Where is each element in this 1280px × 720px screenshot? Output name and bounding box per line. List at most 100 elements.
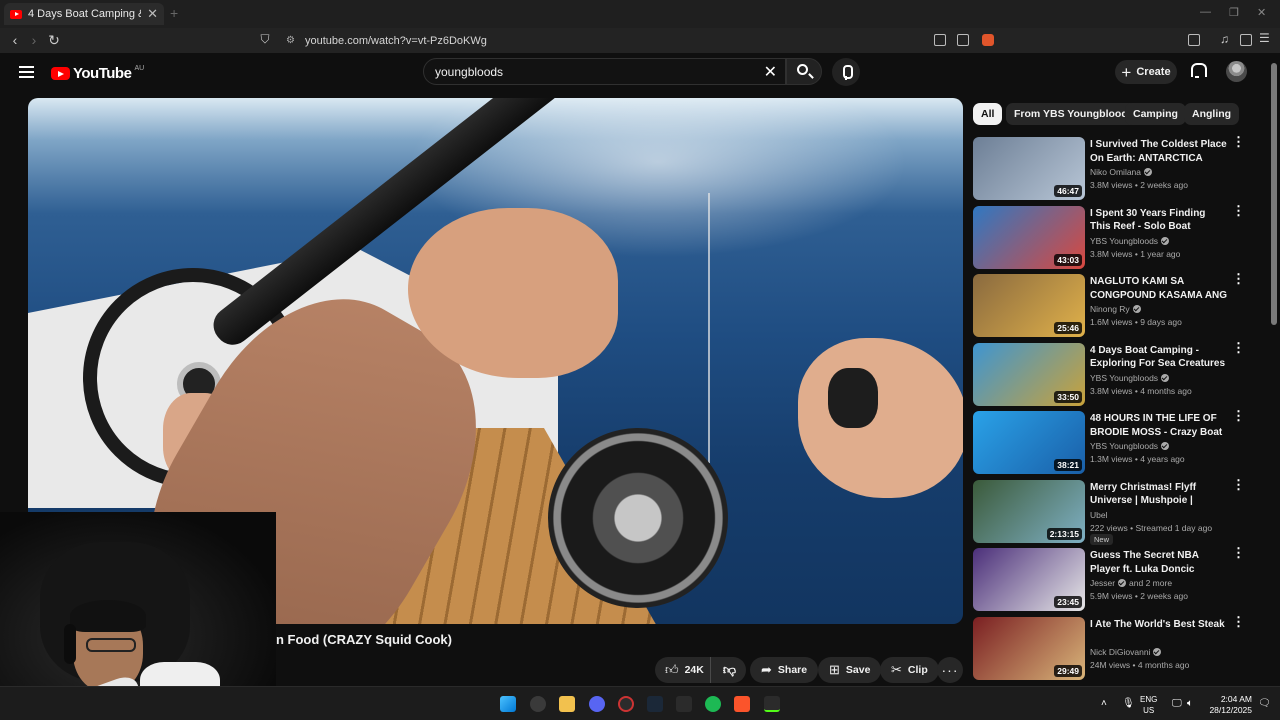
microphone-icon[interactable]: 🎙︎	[1122, 698, 1135, 709]
minimize-icon[interactable]: —	[1200, 6, 1211, 18]
more-options-icon[interactable]: ⋮	[1232, 546, 1245, 564]
filter-chip[interactable]: Angling	[1184, 103, 1240, 125]
notifications-bell-icon[interactable]	[1190, 63, 1207, 78]
search-button[interactable]	[786, 58, 822, 85]
recommendation-item[interactable]: 29:49 I Ate The World's Best Steak Nick Di…	[973, 615, 1253, 681]
bookmark-icon[interactable]: ⛉	[256, 32, 274, 47]
recommendation-title[interactable]: 48 HOURS IN THE LIFE OF BRODIE MOSS - Cr…	[1090, 412, 1228, 439]
more-options-icon[interactable]: ⋮	[1232, 272, 1245, 290]
recommendation-item[interactable]: 38:21 48 HOURS IN THE LIFE OF BRODIE MOSS…	[973, 409, 1253, 475]
video-frame-hand-right	[798, 338, 963, 498]
filter-chip[interactable]: All	[973, 103, 1003, 125]
sidebar-icon[interactable]	[1240, 34, 1252, 46]
system-clock[interactable]: 2:04 AM 28/12/2025	[1206, 694, 1252, 716]
windows-start-icon[interactable]	[500, 696, 516, 712]
notification-center-icon[interactable]: 🗨︎	[1258, 698, 1271, 709]
voice-search-icon[interactable]	[832, 58, 860, 86]
app-g-icon[interactable]	[676, 696, 692, 712]
recommendation-title[interactable]: Merry Christmas! Flyff Universe | Mushpo…	[1090, 481, 1228, 508]
show-hidden-icons-icon[interactable]: ˄	[1101, 698, 1107, 709]
save-button[interactable]: ⊞ Save	[818, 657, 882, 683]
account-avatar[interactable]	[1226, 61, 1247, 82]
recommendation-title[interactable]: NAGLUTO KAMI SA CONGPOUND KASAMA ANG ...	[1090, 275, 1228, 302]
maximize-icon[interactable]: ❐	[1229, 6, 1239, 19]
steam-icon[interactable]	[647, 696, 663, 712]
close-tab-icon[interactable]: ✕	[147, 6, 158, 22]
network-icon[interactable]: 🖵︎	[1172, 698, 1182, 709]
spotify-icon[interactable]	[705, 696, 721, 712]
dislike-button[interactable]: 👎︎	[713, 657, 746, 683]
volume-icon[interactable]: 🔈︎	[1187, 698, 1193, 709]
create-button[interactable]: + Create	[1115, 60, 1177, 84]
recommendation-item[interactable]: 25:46 NAGLUTO KAMI SA CONGPOUND KASAMA AN…	[973, 272, 1253, 338]
more-options-icon[interactable]: ⋮	[1232, 204, 1245, 222]
wallet-icon[interactable]	[1188, 34, 1200, 46]
brave-shields-icon[interactable]	[982, 34, 994, 46]
channel-name: YBS Youngbloods	[1090, 235, 1159, 246]
recommendation-item[interactable]: 23:45 Guess The Secret NBA Player ft. Luk…	[973, 546, 1253, 612]
video-thumbnail[interactable]: 46:47	[973, 137, 1085, 200]
more-options-icon[interactable]: ⋮	[1232, 341, 1245, 359]
more-options-icon[interactable]: ⋮	[1232, 615, 1245, 633]
like-button[interactable]: 👍︎ 24K	[655, 657, 711, 683]
scrollbar-thumb[interactable]	[1271, 63, 1277, 325]
forward-icon[interactable]: ›	[25, 32, 43, 48]
video-thumbnail[interactable]: 2:13:15	[973, 479, 1085, 543]
recommendation-item[interactable]: 2:13:15 Merry Christmas! Flyff Universe |…	[973, 478, 1253, 545]
recommendation-channel[interactable]: Niko Omilana	[1090, 167, 1153, 177]
more-actions-icon[interactable]: ···	[937, 657, 963, 683]
page-scrollbar[interactable]	[1268, 53, 1280, 685]
recommendation-channel[interactable]: Nick DiGiovanni	[1090, 647, 1162, 657]
address-bar[interactable]: ⚙ youtube.com/watch?v=vt-Pz6DoKWg	[280, 31, 1000, 50]
browser-tab[interactable]: 4 Days Boat Camping & Catc ✕	[4, 3, 164, 25]
task-view-icon[interactable]	[530, 696, 546, 712]
recommendation-title[interactable]: 4 Days Boat Camping - Exploring For Sea …	[1090, 344, 1228, 371]
recommendation-title[interactable]: Guess The Secret NBA Player ft. Luka Don…	[1090, 549, 1228, 576]
recommendation-channel[interactable]: YBS Youngbloods	[1090, 235, 1170, 246]
clip-button[interactable]: ✂ Clip	[880, 657, 939, 683]
more-options-icon[interactable]: ⋮	[1232, 135, 1245, 153]
recommendation-channel[interactable]: Ninong Ry	[1090, 304, 1141, 314]
recommendation-title[interactable]: I Ate The World's Best Steak	[1090, 618, 1228, 632]
recommendation-title[interactable]: I Spent 30 Years Finding This Reef - Sol…	[1090, 207, 1228, 234]
recommendation-channel[interactable]: Jesser and 2 more	[1090, 578, 1172, 588]
site-info-icon[interactable]: ⚙	[286, 35, 295, 46]
cast-icon[interactable]	[934, 34, 946, 46]
clear-search-icon[interactable]: ✕	[764, 62, 777, 82]
brave-browser-icon[interactable]	[734, 696, 750, 712]
video-thumbnail[interactable]: 33:50	[973, 342, 1085, 406]
menu-icon[interactable]: ☰	[1259, 31, 1271, 45]
video-thumbnail[interactable]: 23:45	[973, 548, 1085, 611]
discord-icon[interactable]	[589, 696, 605, 712]
recommendation-item[interactable]: 43:03 I Spent 30 Years Finding This Reef …	[973, 204, 1253, 270]
back-icon[interactable]: ‹	[6, 32, 24, 48]
filter-chip[interactable]: From YBS Youngbloods	[1006, 103, 1142, 125]
youtube-logo[interactable]: YouTube AU	[51, 65, 144, 82]
recommendation-channel[interactable]: Ubel	[1090, 510, 1107, 520]
close-window-icon[interactable]: ✕	[1257, 6, 1266, 19]
filter-chip[interactable]: Camping	[1125, 103, 1186, 125]
recommendation-item[interactable]: 46:47 I Survived The Coldest Place On Ear…	[973, 135, 1253, 201]
recommendation-channel[interactable]: YBS Youngbloods	[1090, 441, 1170, 451]
recommendation-channel[interactable]: YBS Youngbloods	[1090, 373, 1170, 383]
more-options-icon[interactable]: ⋮	[1232, 409, 1245, 427]
app-icon[interactable]	[618, 696, 634, 712]
share-button[interactable]: ➦ Share	[750, 657, 819, 683]
file-explorer-icon[interactable]	[559, 696, 575, 712]
recommendation-item[interactable]: 33:50 4 Days Boat Camping - Exploring For…	[973, 341, 1253, 407]
video-thumbnail[interactable]: 38:21	[973, 411, 1085, 474]
like-icon: 👍︎	[665, 662, 679, 677]
video-thumbnail[interactable]: 43:03	[973, 205, 1085, 269]
video-thumbnail[interactable]: 25:46	[973, 274, 1085, 337]
recommendation-title[interactable]: I Survived The Coldest Place On Earth: A…	[1090, 138, 1228, 165]
video-thumbnail[interactable]: 29:49	[973, 616, 1085, 680]
share-page-icon[interactable]	[957, 34, 969, 46]
search-input[interactable]: youngbloods ✕	[423, 58, 786, 85]
more-options-icon[interactable]: ⋮	[1232, 478, 1245, 496]
new-tab-button[interactable]: +	[170, 5, 178, 21]
guide-menu-icon[interactable]	[19, 66, 34, 78]
kick-icon[interactable]	[764, 696, 780, 712]
language-indicator[interactable]: ENG US	[1140, 694, 1157, 716]
reload-icon[interactable]: ↻	[45, 32, 63, 49]
media-icon[interactable]: ♫	[1220, 32, 1232, 46]
